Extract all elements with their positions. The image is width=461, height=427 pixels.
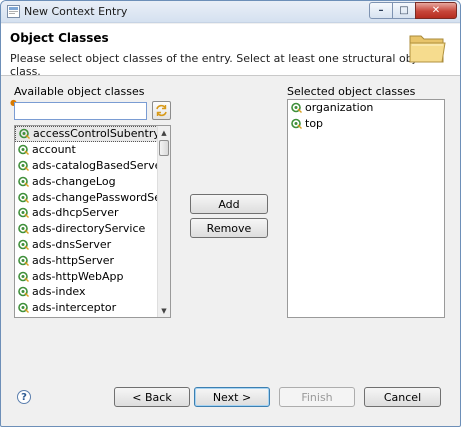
minimize-button[interactable]: – bbox=[369, 2, 393, 19]
available-class-item[interactable]: ads-httpWebApp bbox=[15, 268, 170, 284]
available-class-item-label: ads-changeLog bbox=[32, 174, 116, 188]
object-class-icon bbox=[18, 208, 29, 219]
back-button[interactable]: < Back bbox=[114, 387, 190, 407]
object-class-icon bbox=[18, 160, 29, 171]
available-class-item[interactable]: ads-catalogBasedServer bbox=[15, 158, 170, 174]
wizard-banner: Object Classes Please select object clas… bbox=[1, 24, 460, 78]
available-class-item-label: ads-directoryService bbox=[32, 222, 146, 236]
sync-icon bbox=[156, 104, 167, 117]
selected-class-item[interactable]: top bbox=[288, 116, 444, 132]
object-class-icon bbox=[18, 302, 29, 314]
object-class-icon bbox=[291, 118, 302, 130]
available-class-item[interactable]: accessControlSubentry bbox=[15, 126, 170, 142]
new-context-entry-dialog: New Context Entry – □ ✕ Object Classes P… bbox=[0, 0, 461, 427]
help-icon: ? bbox=[21, 391, 27, 403]
next-button[interactable]: Next > bbox=[194, 387, 270, 407]
object-class-icon bbox=[19, 129, 30, 140]
page-description: Please select object classes of the entr… bbox=[10, 52, 433, 78]
selected-class-item[interactable]: organization bbox=[288, 100, 444, 116]
refresh-filter-button[interactable] bbox=[152, 101, 171, 120]
available-class-item-label: accessControlSubentry bbox=[33, 127, 160, 141]
available-class-item[interactable]: ads-directoryService bbox=[15, 221, 170, 237]
available-class-item[interactable]: ads-changePasswordServer bbox=[15, 189, 170, 205]
selected-class-item-label: top bbox=[305, 117, 324, 131]
available-class-item-label: ads-dhcpServer bbox=[32, 206, 119, 220]
selected-classes-label: Selected object classes bbox=[287, 85, 416, 98]
object-class-icon bbox=[18, 287, 29, 298]
available-class-item-label: account bbox=[32, 143, 76, 157]
maximize-icon: □ bbox=[399, 5, 409, 16]
selected-classes-rows: organization top bbox=[288, 100, 444, 132]
close-button[interactable]: ✕ bbox=[415, 2, 457, 19]
selected-classes-list[interactable]: organization top bbox=[287, 99, 445, 318]
available-class-item-label: ads-interceptor bbox=[32, 301, 117, 315]
available-list-scrollbar[interactable]: ▲ ▼ bbox=[157, 126, 170, 317]
help-button[interactable]: ? bbox=[17, 390, 31, 404]
filter-input[interactable] bbox=[15, 103, 146, 119]
title-bar: New Context Entry – □ ✕ bbox=[1, 1, 460, 23]
available-class-item-label: ads-catalogBasedServer bbox=[32, 158, 166, 172]
remove-button[interactable]: Remove bbox=[190, 218, 268, 238]
close-icon: ✕ bbox=[431, 5, 441, 16]
available-classes-list[interactable]: accessControlSubentry account ads-catalogB… bbox=[14, 125, 171, 318]
add-button[interactable]: Add bbox=[190, 194, 268, 214]
object-class-icon bbox=[18, 192, 29, 203]
object-class-icon bbox=[18, 176, 29, 187]
available-class-item-label: ads-dnsServer bbox=[32, 237, 112, 251]
window-title: New Context Entry bbox=[24, 5, 128, 18]
scroll-up-arrow-icon[interactable]: ▲ bbox=[158, 126, 170, 139]
object-class-icon bbox=[18, 239, 29, 250]
finish-button[interactable]: Finish bbox=[279, 387, 355, 407]
object-class-icon bbox=[291, 103, 302, 114]
available-class-item[interactable]: ads-httpServer bbox=[15, 252, 170, 268]
object-class-icon bbox=[18, 255, 29, 266]
maximize-button[interactable]: □ bbox=[392, 2, 416, 19]
available-class-item-label: ads-changePasswordServer bbox=[32, 190, 171, 204]
available-classes-label: Available object classes bbox=[14, 85, 145, 98]
available-class-item-label: ads-httpServer bbox=[32, 253, 115, 267]
available-class-item[interactable]: ads-index bbox=[15, 284, 170, 300]
filter-field[interactable] bbox=[14, 102, 147, 120]
object-class-icon bbox=[18, 271, 29, 282]
available-class-item-label: ads-index bbox=[32, 285, 86, 299]
available-class-item[interactable]: ads-interceptor bbox=[15, 300, 170, 316]
folder-icon bbox=[409, 35, 446, 63]
selected-class-item-label: organization bbox=[305, 101, 374, 115]
page-title: Object Classes bbox=[10, 31, 109, 45]
scroll-down-arrow-icon[interactable]: ▼ bbox=[158, 304, 170, 317]
object-class-icon bbox=[18, 223, 29, 235]
cancel-button[interactable]: Cancel bbox=[364, 387, 441, 407]
object-class-icon bbox=[18, 144, 29, 156]
available-class-item[interactable]: account bbox=[15, 142, 170, 158]
minimize-icon: – bbox=[378, 5, 384, 16]
available-class-item-label: ads-httpWebApp bbox=[32, 269, 124, 283]
available-class-item[interactable]: ads-dnsServer bbox=[15, 237, 170, 253]
available-class-item[interactable]: ads-dhcpServer bbox=[15, 205, 170, 221]
scroll-thumb[interactable] bbox=[159, 140, 169, 156]
available-classes-rows: accessControlSubentry account ads-catalogB… bbox=[15, 126, 170, 316]
app-icon bbox=[7, 5, 20, 18]
available-class-item[interactable]: ads-changeLog bbox=[15, 173, 170, 189]
